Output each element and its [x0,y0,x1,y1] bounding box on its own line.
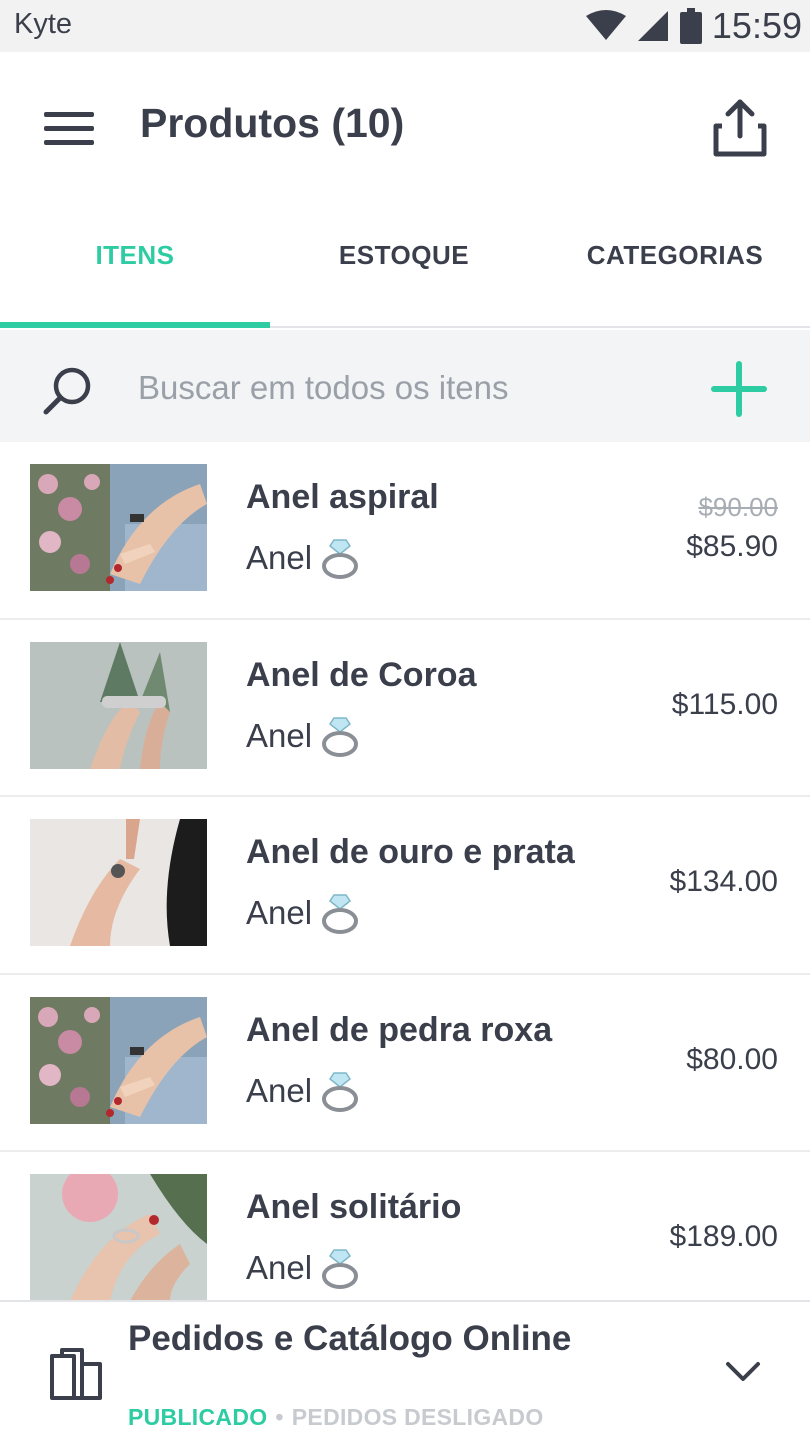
product-name: Anel aspiral [246,478,439,516]
product-thumbnail [30,819,207,946]
app-bar: Produtos (10) [0,52,810,200]
status-published: PUBLICADO [128,1404,268,1430]
product-name: Anel de ouro e prata [246,833,575,871]
product-price: $85.90 [686,530,778,563]
chevron-down-icon[interactable] [722,1354,764,1390]
status-app-name: Kyte [14,8,73,40]
signal-icon [637,11,668,41]
product-row[interactable]: Anel aspiral Anel $90.00 $85.90 [0,442,810,620]
product-price: $80.00 [686,1042,778,1076]
product-name: Anel de Coroa [246,655,477,694]
product-category: Anel [246,536,360,580]
battery-icon [679,8,702,44]
product-price: $189.00 [669,1220,778,1253]
search-input[interactable] [138,366,678,410]
status-bar: Kyte 15:59 [0,0,810,52]
product-category-label: Anel [246,894,313,931]
status-separator: • [275,1404,284,1430]
product-row[interactable]: Anel de Coroa Anel $115.00 [0,619,810,797]
product-price: $134.00 [669,865,778,898]
menu-icon[interactable] [36,100,102,156]
tab-categorias[interactable]: CATEGORIAS [540,240,810,280]
product-category-label: Anel [246,1249,313,1286]
page-title: Produtos (10) [140,100,405,146]
ring-icon [322,1249,359,1289]
product-row[interactable]: Anel de pedra roxa Anel $80.00 [0,974,810,1152]
ring-icon [322,716,359,757]
product-thumbnail [30,641,207,769]
product-thumbnail [30,996,207,1124]
ring-icon [322,1071,359,1112]
tab-estoque[interactable]: ESTOQUE [270,240,538,280]
search-bar [0,330,810,442]
product-name: Anel de pedra roxa [246,1010,553,1049]
status-orders: PEDIDOS DESLIGADO [291,1404,544,1430]
share-icon[interactable] [706,94,774,162]
product-thumbnail [30,1174,207,1301]
product-row[interactable]: Anel de ouro e prata Anel $134.00 [0,797,810,975]
search-icon [43,367,91,415]
catalog-title: Pedidos e Catálogo Online [128,1319,572,1358]
book-icon [50,1348,102,1400]
status-time: 15:59 [711,5,802,46]
tab-bar: ITENS ESTOQUE CATEGORIAS [0,200,810,328]
product-category: Anel [246,891,360,935]
product-price: $115.00 [671,687,778,721]
active-tab-indicator [0,322,270,328]
product-category-label: Anel [246,1071,313,1109]
product-thumbnail [30,464,207,591]
product-old-price: $90.00 [698,492,778,522]
ring-icon [322,539,359,579]
catalog-status: PUBLICADO • PEDIDOS DESLIGADO [128,1404,544,1431]
plus-icon[interactable] [710,360,768,418]
product-category-label: Anel [246,539,313,576]
product-category: Anel [246,1246,360,1290]
status-icons: 15:59 [585,4,802,48]
product-list: Anel aspiral Anel $90.00 $85.90 Anel de … [0,442,810,1330]
product-category-label: Anel [246,716,313,754]
ring-icon [322,894,359,934]
wifi-icon [585,10,626,40]
product-category: Anel [246,714,360,758]
product-name: Anel solitário [246,1188,462,1226]
tab-itens[interactable]: ITENS [0,240,270,280]
product-category: Anel [246,1069,360,1113]
catalog-bar[interactable]: Pedidos e Catálogo Online PUBLICADO • PEDI… [0,1300,810,1440]
